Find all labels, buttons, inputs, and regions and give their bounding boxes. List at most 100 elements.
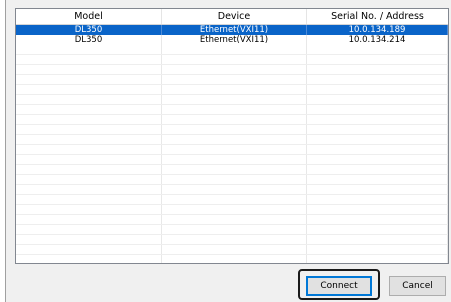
empty-cell [16, 255, 162, 263]
empty-cell [307, 65, 448, 74]
cell-address: 10.0.134.214 [307, 35, 448, 45]
empty-cell [307, 105, 448, 114]
empty-cell [307, 195, 448, 204]
connect-button[interactable]: Connect [306, 276, 372, 296]
empty-cell [162, 85, 307, 94]
column-header-device[interactable]: Device [162, 9, 307, 24]
empty-cell [16, 115, 162, 124]
empty-cell [162, 75, 307, 84]
empty-row [16, 135, 448, 145]
column-header-model[interactable]: Model [16, 9, 162, 24]
empty-cell [16, 215, 162, 224]
empty-cell [162, 105, 307, 114]
window-left-edge [0, 0, 6, 302]
empty-cell [307, 85, 448, 94]
empty-cell [307, 225, 448, 234]
list-header: Model Device Serial No. / Address [16, 9, 448, 25]
empty-cell [16, 165, 162, 174]
empty-cell [162, 135, 307, 144]
empty-cell [16, 155, 162, 164]
empty-cell [162, 145, 307, 154]
empty-cell [16, 95, 162, 104]
empty-cell [307, 155, 448, 164]
empty-cell [16, 85, 162, 94]
empty-cell [307, 175, 448, 184]
empty-cell [307, 125, 448, 134]
empty-cell [162, 255, 307, 263]
cell-model: DL350 [16, 25, 162, 35]
empty-row [16, 225, 448, 235]
empty-cell [16, 195, 162, 204]
cell-model: DL350 [16, 35, 162, 45]
empty-cell [307, 55, 448, 64]
empty-cell [16, 75, 162, 84]
empty-row [16, 145, 448, 155]
empty-row [16, 155, 448, 165]
empty-cell [162, 115, 307, 124]
empty-row [16, 65, 448, 75]
empty-cell [307, 145, 448, 154]
empty-cell [162, 125, 307, 134]
empty-cell [16, 65, 162, 74]
empty-cell [16, 175, 162, 184]
empty-cell [307, 165, 448, 174]
empty-cell [307, 205, 448, 214]
empty-row [16, 75, 448, 85]
empty-cell [162, 55, 307, 64]
empty-cell [307, 235, 448, 244]
empty-cell [307, 245, 448, 254]
empty-cell [162, 95, 307, 104]
empty-row [16, 245, 448, 255]
empty-row [16, 95, 448, 105]
empty-cell [162, 235, 307, 244]
empty-cell [307, 185, 448, 194]
empty-cell [307, 115, 448, 124]
empty-cell [307, 135, 448, 144]
device-list[interactable]: Model Device Serial No. / Address DL350 … [15, 8, 449, 264]
empty-row [16, 235, 448, 245]
empty-cell [162, 215, 307, 224]
empty-row [16, 85, 448, 95]
empty-cell [16, 225, 162, 234]
empty-cell [16, 245, 162, 254]
empty-cell [16, 45, 162, 54]
empty-cell [307, 255, 448, 263]
empty-cell [16, 135, 162, 144]
empty-row [16, 55, 448, 65]
empty-cell [307, 95, 448, 104]
empty-cell [162, 185, 307, 194]
empty-row [16, 215, 448, 225]
empty-row [16, 115, 448, 125]
empty-row [16, 255, 448, 263]
list-body: DL350 Ethernet(VXI11) 10.0.134.189 DL350… [16, 25, 448, 263]
empty-cell [16, 105, 162, 114]
empty-cell [16, 125, 162, 134]
empty-cell [162, 205, 307, 214]
cancel-button[interactable]: Cancel [389, 276, 446, 296]
empty-cell [307, 45, 448, 54]
column-header-address[interactable]: Serial No. / Address [307, 9, 448, 24]
empty-row [16, 45, 448, 55]
empty-cell [162, 175, 307, 184]
table-row[interactable]: DL350 Ethernet(VXI11) 10.0.134.189 [16, 25, 448, 35]
empty-cell [162, 155, 307, 164]
table-row[interactable]: DL350 Ethernet(VXI11) 10.0.134.214 [16, 35, 448, 45]
empty-cell [16, 145, 162, 154]
empty-row [16, 175, 448, 185]
empty-cell [162, 245, 307, 254]
empty-row [16, 125, 448, 135]
empty-cell [162, 225, 307, 234]
empty-row [16, 105, 448, 115]
cell-device: Ethernet(VXI11) [162, 35, 307, 45]
empty-cell [307, 75, 448, 84]
empty-cell [16, 185, 162, 194]
cell-device: Ethernet(VXI11) [162, 25, 307, 35]
empty-row [16, 195, 448, 205]
empty-row [16, 205, 448, 215]
cell-address: 10.0.134.189 [307, 25, 448, 35]
empty-cell [307, 215, 448, 224]
empty-cell [16, 55, 162, 64]
empty-row [16, 185, 448, 195]
empty-cell [162, 165, 307, 174]
empty-row [16, 165, 448, 175]
